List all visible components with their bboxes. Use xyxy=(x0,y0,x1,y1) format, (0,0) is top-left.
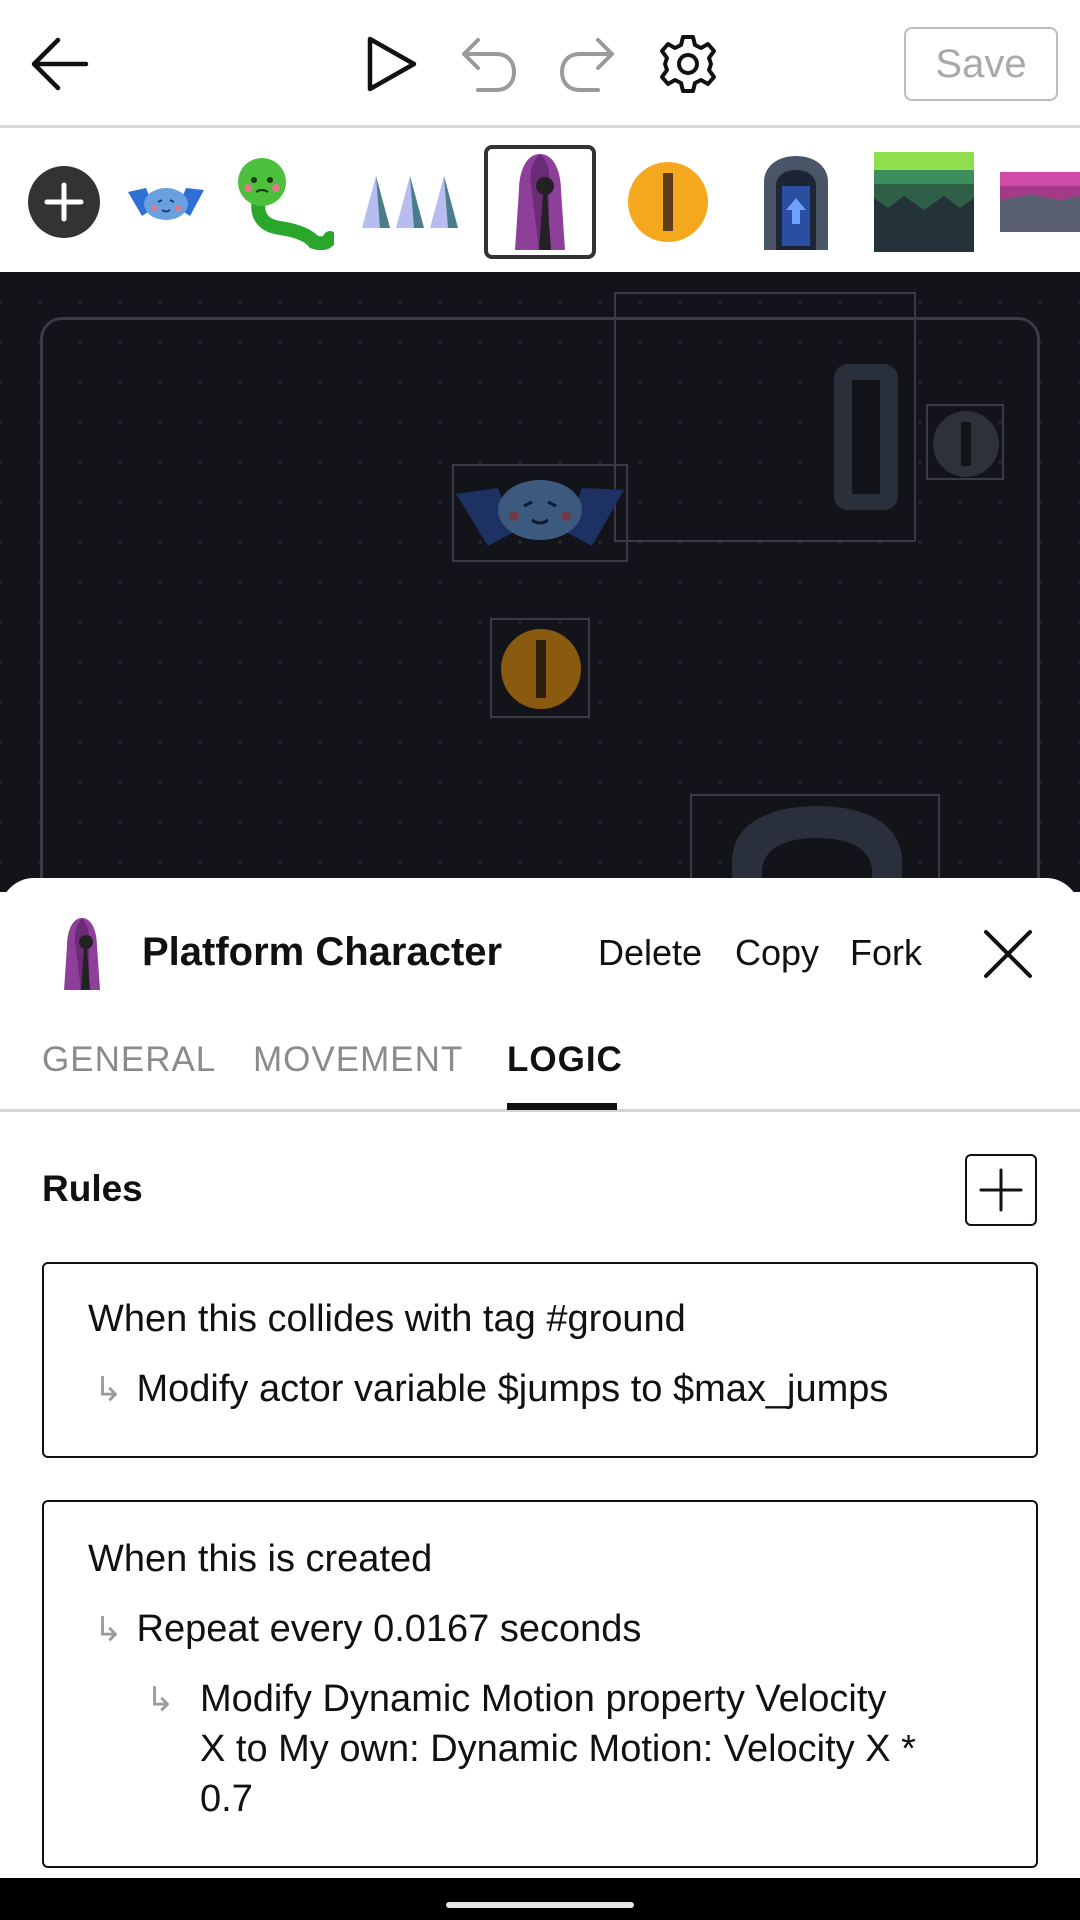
active-tab-indicator xyxy=(507,1103,617,1110)
settings-button[interactable] xyxy=(648,24,728,104)
tab-logic[interactable]: LOGIC xyxy=(507,1040,623,1080)
response-arrow-icon: ↳ xyxy=(146,1681,175,1719)
nested-response-line: 0.7 xyxy=(200,1778,253,1820)
undo-icon xyxy=(462,38,516,92)
undo-button[interactable] xyxy=(448,24,528,104)
gear-icon xyxy=(660,35,716,93)
palette-item-coin[interactable] xyxy=(626,145,710,259)
door-icon xyxy=(834,364,898,510)
rule-response-text: Repeat every 0.0167 seconds xyxy=(136,1608,642,1650)
palette-item-door[interactable] xyxy=(754,145,838,259)
play-button[interactable] xyxy=(350,24,430,104)
rule-response[interactable]: ↳ Modify actor variable $jumps to $max_ju… xyxy=(94,1364,888,1415)
close-button[interactable] xyxy=(980,926,1036,982)
rule-response[interactable]: ↳ Repeat every 0.0167 seconds xyxy=(94,1604,641,1655)
scene-canvas[interactable] xyxy=(0,272,1080,892)
door-icon xyxy=(764,156,828,250)
palette-item-snake[interactable] xyxy=(230,145,334,259)
stage-actor-coin[interactable] xyxy=(490,618,590,718)
coin-icon xyxy=(933,411,999,477)
palette-item-hooded-character[interactable] xyxy=(484,145,596,259)
actor-palette xyxy=(0,131,1080,272)
stage-actor-door-large[interactable] xyxy=(614,292,916,542)
hooded-character-icon xyxy=(515,154,565,250)
tab-general[interactable]: GENERAL xyxy=(42,1040,216,1080)
spikes-icon xyxy=(362,176,458,228)
rule-trigger[interactable]: When this collides with tag #ground xyxy=(88,1294,686,1344)
coin-icon xyxy=(628,162,708,242)
stage-actor-coin-dim[interactable] xyxy=(926,404,1004,480)
add-actor-button[interactable] xyxy=(26,145,102,259)
rule-response-text: Modify actor variable $jumps to $max_jum… xyxy=(136,1368,889,1410)
nested-response-line: Modify Dynamic Motion property Velocity xyxy=(200,1678,887,1720)
response-arrow-icon: ↳ xyxy=(94,1611,123,1649)
palette-item-spikes[interactable] xyxy=(358,145,464,259)
nested-response-line: X to My own: Dynamic Motion: Velocity X … xyxy=(200,1728,916,1770)
rule-card[interactable]: When this is created ↳ Repeat every 0.016… xyxy=(42,1500,1038,1868)
hooded-character-icon xyxy=(64,918,100,990)
nested-response[interactable]: ↳ xyxy=(146,1674,189,1725)
system-nav-bar xyxy=(0,1878,1080,1920)
sheet-header: Platform Character Delete Copy Fork xyxy=(0,878,1080,1028)
tab-movement[interactable]: MOVEMENT xyxy=(253,1040,463,1080)
save-button[interactable]: Save xyxy=(904,27,1058,101)
redo-button[interactable] xyxy=(548,24,628,104)
palette-item-pink-block[interactable] xyxy=(1000,145,1080,259)
add-rule-button[interactable] xyxy=(965,1154,1037,1226)
plus-icon xyxy=(979,1168,1023,1212)
grass-block-icon xyxy=(874,152,974,252)
fork-button[interactable]: Fork xyxy=(850,932,922,974)
snake-icon xyxy=(238,158,334,250)
coin-icon xyxy=(501,629,581,709)
palette-item-bat[interactable] xyxy=(124,145,208,259)
bat-icon xyxy=(128,188,204,220)
top-toolbar: Save xyxy=(0,0,1080,128)
actor-title: Platform Character xyxy=(142,930,503,974)
bat-icon xyxy=(456,480,624,546)
pink-block-icon xyxy=(1000,172,1080,232)
close-icon xyxy=(984,930,1032,978)
actor-inspector-sheet: Platform Character Delete Copy Fork GENE… xyxy=(0,878,1080,1878)
redo-icon xyxy=(560,38,614,92)
rule-card[interactable]: When this collides with tag #ground ↳ Mod… xyxy=(42,1262,1038,1458)
rule-trigger[interactable]: When this is created xyxy=(88,1534,432,1584)
delete-button[interactable]: Delete xyxy=(598,932,702,974)
inspector-tabs: GENERAL MOVEMENT LOGIC xyxy=(0,1028,1080,1112)
palette-item-grass-block[interactable] xyxy=(872,145,976,259)
response-arrow-icon: ↳ xyxy=(94,1371,123,1409)
copy-button[interactable]: Copy xyxy=(735,932,819,974)
play-icon xyxy=(367,36,417,92)
stage-actor-bat[interactable] xyxy=(452,464,628,562)
arrow-left-icon xyxy=(31,37,89,91)
home-gesture-handle[interactable] xyxy=(446,1902,634,1908)
back-button[interactable] xyxy=(20,24,100,104)
rules-heading: Rules xyxy=(42,1168,143,1209)
add-icon xyxy=(28,166,100,238)
